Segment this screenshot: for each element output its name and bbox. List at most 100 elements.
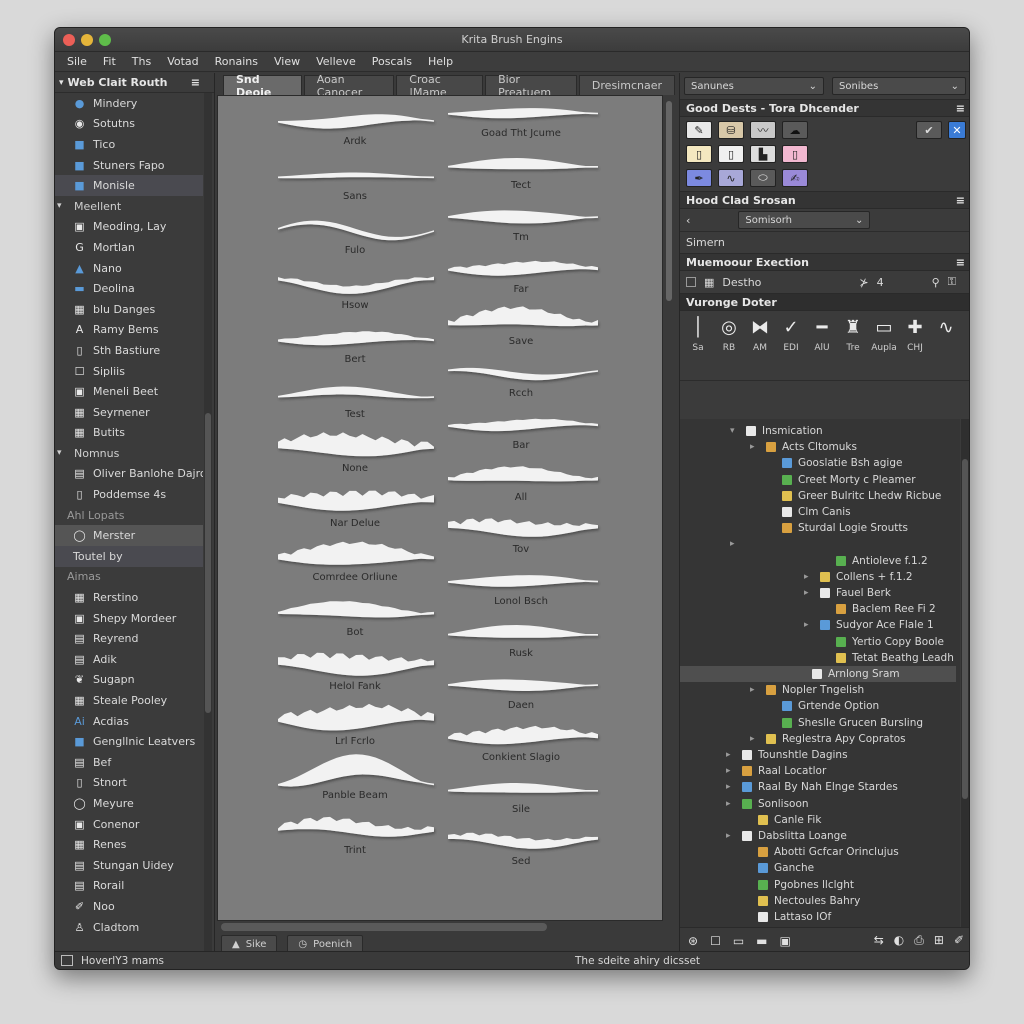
canvas-vscroll-thumb[interactable] <box>666 101 672 301</box>
menu-item-6[interactable]: Velleve <box>316 55 356 68</box>
brush-stroke-right-2[interactable] <box>448 210 598 224</box>
left-item-31[interactable]: ■ Gengllnic Leatvers <box>55 731 203 752</box>
chevron-right-icon[interactable]: ▸ <box>750 685 760 695</box>
chevron-down-icon[interactable]: ▾ <box>730 426 740 436</box>
brush-stroke-left-7[interactable] <box>278 490 434 511</box>
left-item-22[interactable]: Toutel by <box>55 546 203 567</box>
menu-item-7[interactable]: Poscals <box>372 55 412 68</box>
tool-8[interactable]: ∿ <box>932 317 960 343</box>
footer-left-icon-0[interactable]: ⊛ <box>688 934 698 948</box>
tool-6[interactable]: ▭ Aupla <box>870 317 898 353</box>
chevron-down-icon[interactable]: ▾ <box>57 448 67 458</box>
left-item-21[interactable]: ◯ Merster <box>55 525 203 547</box>
tree-item-8[interactable]: Antioleve f.1.2 <box>820 553 928 569</box>
tool-5[interactable]: ♜ Tre <box>839 317 867 353</box>
tree-item-4[interactable]: Greer Bulritc Lhedw Ricbue <box>766 488 941 504</box>
tree-item-22[interactable]: ▸ Raal By Nah Elnge Stardes <box>726 779 898 795</box>
tool-3[interactable]: ✓ EDI <box>777 317 805 353</box>
menu-item-8[interactable]: Help <box>428 55 453 68</box>
tree-scrollbar[interactable] <box>961 419 969 947</box>
chevron-right-icon[interactable]: ▸ <box>726 799 736 809</box>
tree-item-29[interactable]: Nectoules Bahry <box>742 893 860 909</box>
preset-ellipse-icon[interactable]: ⬭ <box>750 169 776 187</box>
brush-stroke-left-4[interactable] <box>278 331 434 346</box>
chevron-right-icon[interactable]: ▸ <box>730 539 740 549</box>
left-item-5[interactable]: ▾ Meellent <box>55 196 203 217</box>
docker-layers-header[interactable]: Muemoour Exection ≡ <box>680 253 969 271</box>
left-item-36[interactable]: ▦ Renes <box>55 834 203 855</box>
chevron-right-icon[interactable]: ▸ <box>726 782 736 792</box>
tab-2[interactable]: Croac |Mame <box>396 73 484 99</box>
docker-menu-icon[interactable]: ≡ <box>956 102 965 115</box>
tree-item-11[interactable]: Baclem Ree Fi 2 <box>820 601 936 617</box>
tool-4[interactable]: ━ AlU <box>808 317 836 353</box>
preset-bucket-icon[interactable]: ⛁ <box>718 121 744 139</box>
preset-ink-icon[interactable]: ✒ <box>686 169 712 187</box>
tree-item-27[interactable]: Ganche <box>742 860 814 876</box>
brush-stroke-right-9[interactable] <box>448 575 598 587</box>
brush-stroke-left-12[interactable] <box>278 754 434 787</box>
tree-item-19[interactable]: ▸ Reglestra Apy Copratos <box>750 731 906 747</box>
preset-check-icon[interactable]: ✔ <box>916 121 942 139</box>
chevron-right-icon[interactable]: ▸ <box>726 831 736 841</box>
brush-stroke-right-4[interactable] <box>448 306 598 327</box>
left-item-11[interactable]: A Ramy Bems <box>55 320 203 341</box>
left-item-28[interactable]: ❦ Sugapn <box>55 670 203 691</box>
menu-item-2[interactable]: Ths <box>132 55 151 68</box>
preset-airbrush-icon[interactable]: ✍ <box>782 169 808 187</box>
tree-item-7[interactable]: ▸ <box>730 536 740 552</box>
docker-tool-options-header[interactable]: Hood Clad Srosan ≡ <box>680 191 969 209</box>
checkbox-icon[interactable] <box>686 277 696 287</box>
left-item-9[interactable]: ▬ Deolina <box>55 278 203 299</box>
brush-stroke-left-9[interactable] <box>278 601 434 618</box>
left-item-13[interactable]: ☐ Sipliis <box>55 361 203 382</box>
left-item-17[interactable]: ▾ Nomnus <box>55 443 203 464</box>
left-item-24[interactable]: ▦ Rerstino <box>55 587 203 608</box>
brush-stroke-left-1[interactable] <box>278 172 434 179</box>
left-item-32[interactable]: ▤ Bef <box>55 752 203 773</box>
tool-1[interactable]: ◎ RB <box>715 317 743 353</box>
menu-item-1[interactable]: Fit <box>103 55 116 68</box>
tree-item-10[interactable]: ▸ Fauel Berk <box>804 585 891 601</box>
left-item-15[interactable]: ▦ Seyrnener <box>55 402 203 423</box>
left-panel-header[interactable]: ▾ Web Clait Routh ≡ <box>55 73 214 93</box>
left-item-39[interactable]: ✐ Noo <box>55 896 203 917</box>
brush-stroke-left-2[interactable] <box>278 220 434 241</box>
left-item-8[interactable]: ▲ Nano <box>55 258 203 279</box>
brush-stroke-right-13[interactable] <box>448 783 598 793</box>
brush-stroke-right-1[interactable] <box>448 158 598 170</box>
select-somisorh[interactable]: Somisorh ⌄ <box>738 211 871 229</box>
left-scrollbar[interactable] <box>204 93 212 953</box>
brush-stroke-left-0[interactable] <box>278 114 434 129</box>
left-item-40[interactable]: ♙ Cladtom <box>55 917 203 938</box>
tree-item-25[interactable]: ▸ Dabslitta Loange <box>726 828 847 844</box>
chevron-down-icon[interactable]: ▾ <box>57 201 67 211</box>
left-item-2[interactable]: ■ Tico <box>55 134 203 155</box>
tree-item-6[interactable]: Sturdal Logie Sroutts <box>766 520 908 536</box>
tab-1[interactable]: Aoan Canocer <box>303 73 395 99</box>
chevron-right-icon[interactable]: ▸ <box>804 620 814 630</box>
preset-page-icon[interactable]: ▯ <box>718 145 744 163</box>
footer-right-icon-2[interactable]: ⎙ <box>914 933 924 948</box>
footer-right-icon-3[interactable]: ⊞ <box>934 933 944 948</box>
brush-stroke-right-11[interactable] <box>448 679 598 691</box>
tree-item-26[interactable]: Abotti Gcfcar Orinclujus <box>742 844 899 860</box>
footer-right-icon-0[interactable]: ⇆ <box>874 933 884 948</box>
docker-menu-icon[interactable]: ≡ <box>956 256 965 269</box>
preset-doc-icon[interactable]: ▯ <box>686 145 712 163</box>
left-item-38[interactable]: ▤ Rorail <box>55 876 203 897</box>
brush-stroke-right-10[interactable] <box>448 625 598 638</box>
left-item-18[interactable]: ▤ Oliver Banlohe Dajro <box>55 464 203 485</box>
menu-item-5[interactable]: View <box>274 55 300 68</box>
tree-item-0[interactable]: ▾ Insmication <box>730 423 823 439</box>
brush-stroke-right-3[interactable] <box>448 260 598 276</box>
tree-item-30[interactable]: Lattaso IOf <box>742 909 831 925</box>
brush-stroke-left-3[interactable] <box>278 276 434 294</box>
brush-stroke-left-5[interactable] <box>278 386 434 399</box>
preset-curve-icon[interactable]: ∿ <box>718 169 744 187</box>
tree-item-9[interactable]: ▸ Collens + f.1.2 <box>804 569 913 585</box>
left-item-29[interactable]: ▦ Steale Pooley <box>55 690 203 711</box>
tool-0[interactable]: │ Sa <box>684 317 712 353</box>
tree-item-18[interactable]: Sheslle Grucen Bursling <box>766 715 923 731</box>
footer-left-icon-1[interactable]: ☐ <box>710 934 721 948</box>
